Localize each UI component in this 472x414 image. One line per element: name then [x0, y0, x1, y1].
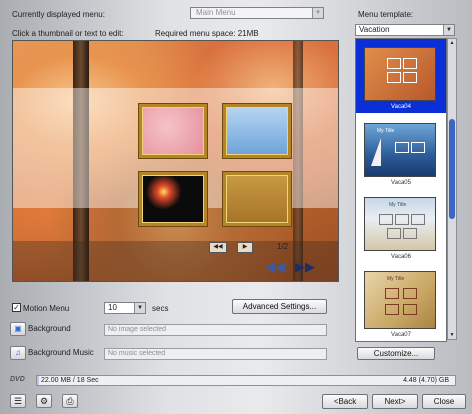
menu-select[interactable]: Main Menu ▼	[190, 7, 324, 19]
background-music-icon[interactable]: ♫	[10, 346, 26, 360]
required-space: Required menu space: 21MB	[155, 29, 259, 38]
menu-thumbnail-4[interactable]	[223, 172, 291, 226]
template-item-vaca05[interactable]: My Title Vaca05	[356, 119, 446, 189]
chevron-down-icon[interactable]: ▼	[134, 303, 145, 313]
template-caption: Vaca06	[391, 254, 411, 260]
disc-capacity-text: 4.48 (4.70) GB	[403, 377, 449, 384]
template-category-select[interactable]: Vacation ▼	[355, 24, 455, 36]
back-button[interactable]: <Back	[322, 394, 368, 409]
printer-icon[interactable]: ⎙	[62, 394, 78, 408]
motion-seconds-value: 10	[108, 303, 117, 312]
template-title: My Title	[389, 202, 407, 208]
motion-menu-checkbox[interactable]: ✓	[12, 303, 21, 312]
play-icon[interactable]: ▶	[237, 242, 253, 253]
menu-thumbnail-1[interactable]	[139, 104, 207, 158]
background-music-label: Background Music	[28, 348, 94, 357]
menu-select-value: Main Menu	[196, 8, 236, 17]
disc-used-text: 22.00 MB / 18 Sec	[41, 377, 99, 384]
disc-type-label: DVD	[10, 376, 25, 383]
close-button[interactable]: Close	[422, 394, 466, 409]
scroll-up-icon[interactable]: ▲	[448, 39, 456, 47]
template-item-vaca07[interactable]: My Title Vaca07	[356, 265, 446, 341]
template-item-vaca06[interactable]: My Title Vaca06	[356, 191, 446, 261]
click-hint: Click a thumbnail or text to edit:	[12, 29, 124, 38]
list-view-icon[interactable]: ☰	[10, 394, 26, 408]
background-label: Background	[28, 324, 71, 333]
advanced-settings-button[interactable]: Advanced Settings...	[232, 299, 327, 314]
template-scrollbar[interactable]: ▲ ▼	[447, 38, 457, 340]
disc-usage-bar: 22.00 MB / 18 Sec 4.48 (4.70) GB	[36, 375, 456, 386]
prev-page-icon[interactable]: ◀◀	[209, 242, 227, 253]
background-field[interactable]: No image selected	[104, 324, 327, 336]
chevron-down-icon[interactable]: ▼	[312, 8, 323, 18]
settings-icon[interactable]: ⚙	[36, 394, 52, 408]
motion-menu-label: Motion Menu	[23, 304, 70, 313]
template-item-vaca04[interactable]: Vaca04	[356, 39, 446, 113]
background-music-field[interactable]: No music selected	[104, 348, 327, 360]
background-image-icon[interactable]: ▣	[10, 322, 26, 336]
template-caption: Vaca07	[391, 332, 411, 338]
currently-displayed-label: Currently displayed menu:	[12, 10, 105, 19]
menu-thumbnail-2[interactable]	[223, 104, 291, 158]
rewind-icon[interactable]: ◀◀	[265, 259, 285, 275]
template-list[interactable]: Vaca04 My Title Vaca05 My Title Vaca06 M…	[355, 38, 447, 342]
template-title: My Title	[387, 276, 405, 282]
next-button[interactable]: Next>	[372, 394, 418, 409]
template-category-value: Vacation	[359, 25, 390, 34]
template-thumb[interactable]: My Title	[364, 123, 436, 177]
scroll-down-icon[interactable]: ▼	[448, 331, 456, 339]
scroll-thumb[interactable]	[449, 119, 455, 219]
template-caption: Vaca04	[391, 104, 411, 110]
page-indicator: 1/2	[277, 242, 289, 251]
template-thumb[interactable]: My Title	[364, 271, 436, 329]
secs-label: secs	[152, 304, 169, 313]
disc-usage-fill	[37, 376, 40, 385]
template-title: My Title	[377, 128, 395, 134]
menu-template-label: Menu template:	[358, 10, 414, 19]
template-thumb[interactable]: My Title	[364, 197, 436, 251]
overlay-band	[13, 241, 338, 281]
menu-preview[interactable]: ◀◀ ▶ 1/2 ◀◀ ▶▶	[12, 40, 339, 282]
chevron-down-icon[interactable]: ▼	[443, 25, 454, 35]
motion-seconds-select[interactable]: 10 ▼	[104, 302, 146, 314]
fast-forward-icon[interactable]: ▶▶	[295, 259, 315, 275]
template-thumb[interactable]	[364, 47, 436, 101]
menu-thumbnail-3[interactable]	[139, 172, 207, 226]
customize-button[interactable]: Customize...	[357, 347, 435, 360]
template-caption: Vaca05	[391, 180, 411, 186]
